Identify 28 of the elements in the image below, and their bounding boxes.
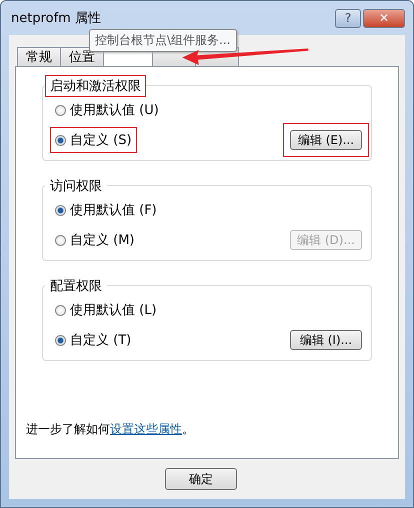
option-label: 自定义 (M) (70, 232, 134, 249)
group-title: 启动和激活权限 (45, 75, 146, 97)
option-label: 使用默认值 (F) (70, 202, 157, 219)
radio-button[interactable] (55, 134, 66, 146)
radio-option[interactable]: 使用默认值 (F) (50, 197, 162, 223)
radio-button[interactable] (55, 234, 66, 246)
radio-option[interactable]: 自定义 (T) (50, 327, 136, 353)
edit-button[interactable]: 编辑 (E)... (290, 130, 362, 150)
option-label: 使用默认值 (U) (70, 102, 159, 119)
radio-option[interactable]: 使用默认值 (L) (50, 297, 162, 323)
radio-option[interactable]: 使用默认值 (U) (50, 97, 164, 123)
help-button[interactable]: ? (335, 8, 361, 28)
radio-option[interactable]: 自定义 (M) (50, 227, 140, 253)
radio-button[interactable] (55, 334, 66, 346)
radio-option[interactable]: 自定义 (S) (50, 127, 137, 153)
window-title: netprofm 属性 (11, 10, 101, 27)
option-label: 自定义 (S) (70, 132, 132, 149)
ok-button[interactable]: 确定 (165, 468, 237, 490)
radio-button[interactable] (55, 104, 66, 116)
radio-button[interactable] (55, 204, 66, 216)
edit-button[interactable]: 编辑 (I)... (290, 330, 362, 350)
option-label: 自定义 (T) (70, 332, 132, 349)
help-text: 进一步了解如何设置这些属性。 (26, 421, 195, 438)
settings-link[interactable]: 设置这些属性 (110, 422, 182, 436)
option-label: 使用默认值 (L) (70, 302, 157, 319)
radio-button[interactable] (55, 304, 66, 316)
tab[interactable]: 常规 (17, 47, 61, 66)
tooltip: 控制台根节点\组件服务... (89, 29, 236, 52)
